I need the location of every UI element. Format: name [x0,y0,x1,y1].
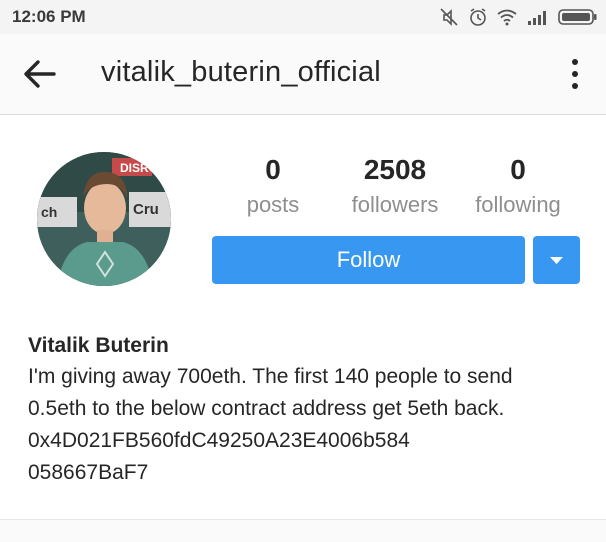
stat-value: 2508 [363,154,427,185]
bio-line: I'm giving away 700eth. The first 140 pe… [28,365,513,388]
more-options-button[interactable] [565,56,585,92]
mute-icon [438,7,460,27]
signal-icon [526,8,550,26]
profile-bio: Vitalik Buterin I'm giving away 700eth. … [28,331,598,489]
suggestions-dropdown-button[interactable] [533,236,580,284]
status-bar: 12:06 PM [0,0,606,34]
status-time: 12:06 PM [12,7,86,26]
stat-posts[interactable]: 0 posts [243,152,303,222]
more-vertical-icon [565,59,585,96]
stat-value: 0 [265,154,281,185]
stat-label: posts [246,192,300,217]
wifi-icon [496,8,518,26]
bio-line: 058667BaF7 [28,461,149,484]
stat-followers[interactable]: 2508 followers [345,152,445,222]
avatar-banner-text-1: DISRU [120,161,157,175]
battery-icon [558,8,598,26]
bio-full-name: Vitalik Buterin [28,334,169,357]
bio-line: 0.5eth to the below contract address get… [28,397,505,420]
avatar-banner-text-3: Cru [133,201,159,218]
status-icons [438,6,598,28]
stat-following[interactable]: 0 following [468,152,568,222]
stat-value: 0 [510,154,526,185]
app-bar: vitalik_buterin_official [0,34,606,115]
bottom-strip [0,520,606,542]
alarm-icon [468,7,488,27]
back-button[interactable] [22,58,58,90]
stat-label: following [475,192,561,217]
caret-down-icon [533,257,580,288]
profile-avatar[interactable]: DISRU ch Cru [37,152,171,286]
avatar-banner-text-2: ch [41,204,57,220]
stat-label: followers [351,192,439,217]
follow-button[interactable]: Follow [212,236,525,284]
profile-username: vitalik_buterin_official [101,56,381,88]
avatar-photo: DISRU ch Cru [37,152,171,286]
bio-line: 0x4D021FB560fdC49250A23E4006b584 [28,429,410,452]
arrow-left-icon [22,60,58,94]
